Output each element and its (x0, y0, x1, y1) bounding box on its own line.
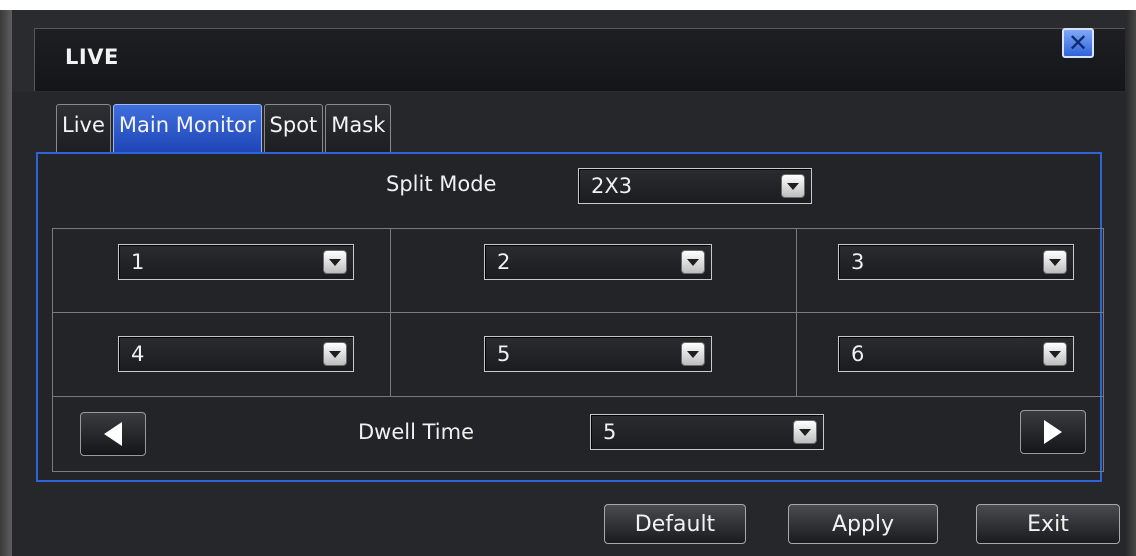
live-settings-window: LIVE ✕ Live Main Monitor Spot Mask Split… (0, 0, 1136, 556)
grid-line (796, 228, 797, 396)
window-right-edge (1126, 10, 1136, 556)
channel-value: 4 (131, 342, 145, 366)
channel-value: 5 (497, 342, 511, 366)
channel-select-5[interactable]: 5 (484, 336, 712, 372)
channel-value: 3 (851, 250, 865, 274)
exit-button[interactable]: Exit (976, 504, 1120, 544)
chevron-down-icon[interactable] (793, 420, 817, 444)
channel-select-4[interactable]: 4 (118, 336, 354, 372)
default-button[interactable]: Default (604, 504, 746, 544)
tab-bar: Live Main Monitor Spot Mask (56, 104, 393, 152)
close-icon: ✕ (1067, 29, 1089, 57)
tab-mask[interactable]: Mask (325, 104, 392, 152)
split-mode-select[interactable]: 2X3 (578, 168, 812, 204)
tab-spot[interactable]: Spot (263, 104, 324, 152)
window-left-edge (0, 10, 12, 556)
chevron-down-icon[interactable] (323, 342, 347, 366)
top-margin (0, 0, 1136, 10)
grid-line (52, 312, 1104, 313)
arrow-left-icon (104, 422, 122, 446)
grid-line (52, 228, 53, 472)
chevron-down-icon[interactable] (681, 250, 705, 274)
chevron-down-icon[interactable] (781, 174, 805, 198)
split-mode-label: Split Mode (386, 172, 497, 196)
previous-page-button[interactable] (80, 412, 146, 456)
chevron-down-icon[interactable] (681, 342, 705, 366)
channel-value: 6 (851, 342, 865, 366)
channel-select-1[interactable]: 1 (118, 244, 354, 280)
apply-button[interactable]: Apply (788, 504, 938, 544)
channel-value: 1 (131, 250, 145, 274)
split-mode-value: 2X3 (591, 174, 633, 198)
arrow-right-icon (1044, 420, 1062, 444)
title-bar: LIVE (12, 10, 1126, 93)
grid-line (52, 471, 1104, 472)
channel-value: 2 (497, 250, 511, 274)
dwell-time-select[interactable]: 5 (590, 414, 824, 450)
chevron-down-icon[interactable] (1043, 342, 1067, 366)
channel-select-6[interactable]: 6 (838, 336, 1074, 372)
dwell-time-value: 5 (603, 420, 617, 444)
channel-select-2[interactable]: 2 (484, 244, 712, 280)
chevron-down-icon[interactable] (323, 250, 347, 274)
channel-select-3[interactable]: 3 (838, 244, 1074, 280)
close-button[interactable]: ✕ (1062, 28, 1094, 58)
next-page-button[interactable] (1020, 410, 1086, 454)
grid-line (390, 228, 391, 396)
grid-line (52, 396, 1104, 397)
title-bar-inner: LIVE (34, 28, 1125, 91)
grid-line (52, 228, 1104, 229)
chevron-down-icon[interactable] (1043, 250, 1067, 274)
window-title: LIVE (65, 45, 119, 69)
dwell-time-label: Dwell Time (358, 420, 475, 444)
grid-line (1103, 228, 1104, 472)
tab-main-monitor[interactable]: Main Monitor (112, 104, 262, 152)
tab-live[interactable]: Live (56, 104, 111, 152)
